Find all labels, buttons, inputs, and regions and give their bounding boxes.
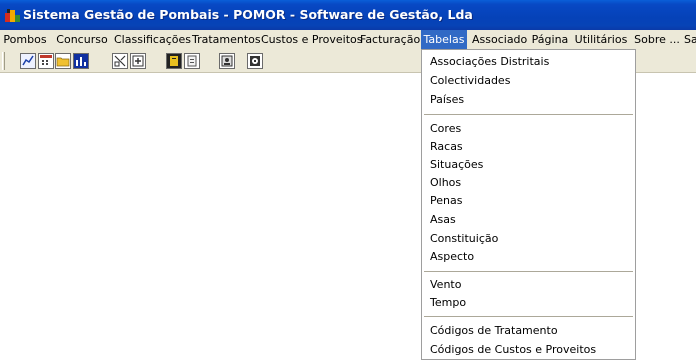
folder-icon[interactable] xyxy=(55,53,71,69)
menu-item-cores[interactable]: Cores xyxy=(430,120,461,138)
menu-item-paises[interactable]: Países xyxy=(430,91,464,109)
menu-item-asas[interactable]: Asas xyxy=(430,211,456,229)
menu-item-tempo[interactable]: Tempo xyxy=(430,294,466,312)
menu-sair[interactable]: Sa xyxy=(684,30,696,49)
menu-item-codigos-tratamento[interactable]: Códigos de Tratamento xyxy=(430,322,558,340)
menu-item-situacoes[interactable]: Situações xyxy=(430,156,483,174)
menu-bar: Pombos Concurso Classificações Tratament… xyxy=(0,30,696,49)
book-icon[interactable] xyxy=(166,53,182,69)
menu-separator xyxy=(424,271,633,272)
menu-item-codigos-custos-proveitos[interactable]: Códigos de Custos e Proveitos xyxy=(430,341,596,359)
menu-facturacao[interactable]: Facturação xyxy=(360,30,420,49)
menu-item-aspecto[interactable]: Aspecto xyxy=(430,248,474,266)
bar-chart-icon[interactable] xyxy=(73,53,89,69)
window-title: Sistema Gestão de Pombais - POMOR - Soft… xyxy=(23,7,473,22)
chart-line-icon[interactable] xyxy=(20,53,36,69)
menu-item-colectividades[interactable]: Colectividades xyxy=(430,72,510,90)
menu-item-penas[interactable]: Penas xyxy=(430,192,462,210)
tabelas-dropdown-menu: Associações Distritais Colectividades Pa… xyxy=(421,49,636,360)
menu-item-constituicao[interactable]: Constituição xyxy=(430,230,498,248)
menu-tratamentos[interactable]: Tratamentos xyxy=(192,30,261,49)
menu-pombos[interactable]: Pombos xyxy=(1,30,49,49)
toolbar-grip[interactable] xyxy=(2,52,5,70)
menu-classificacoes[interactable]: Classificações xyxy=(114,30,191,49)
menu-concurso[interactable]: Concurso xyxy=(55,30,109,49)
title-bar[interactable]: Sistema Gestão de Pombais - POMOR - Soft… xyxy=(0,0,696,30)
menu-tabelas[interactable]: Tabelas xyxy=(421,30,467,49)
menu-separator xyxy=(424,316,633,317)
menu-associado[interactable]: Associado xyxy=(472,30,527,49)
menu-item-racas[interactable]: Racas xyxy=(430,138,463,156)
menu-custos-proveitos[interactable]: Custos e Proveitos xyxy=(261,30,362,49)
menu-sobre[interactable]: Sobre ... xyxy=(631,30,683,49)
menu-item-vento[interactable]: Vento xyxy=(430,276,461,294)
app-icon[interactable] xyxy=(5,8,21,22)
calendar-icon[interactable] xyxy=(38,53,54,69)
menu-item-associacoes-distritais[interactable]: Associações Distritais xyxy=(430,53,549,71)
menu-utilitarios[interactable]: Utilitários xyxy=(574,30,628,49)
add-record-icon[interactable] xyxy=(130,53,146,69)
form-icon[interactable] xyxy=(219,53,235,69)
menu-pagina[interactable]: Página xyxy=(530,30,570,49)
menu-separator xyxy=(424,114,633,115)
menu-item-olhos[interactable]: Olhos xyxy=(430,174,461,192)
printer-icon[interactable] xyxy=(112,53,128,69)
document-icon[interactable] xyxy=(184,53,200,69)
exit-icon[interactable] xyxy=(247,53,263,69)
